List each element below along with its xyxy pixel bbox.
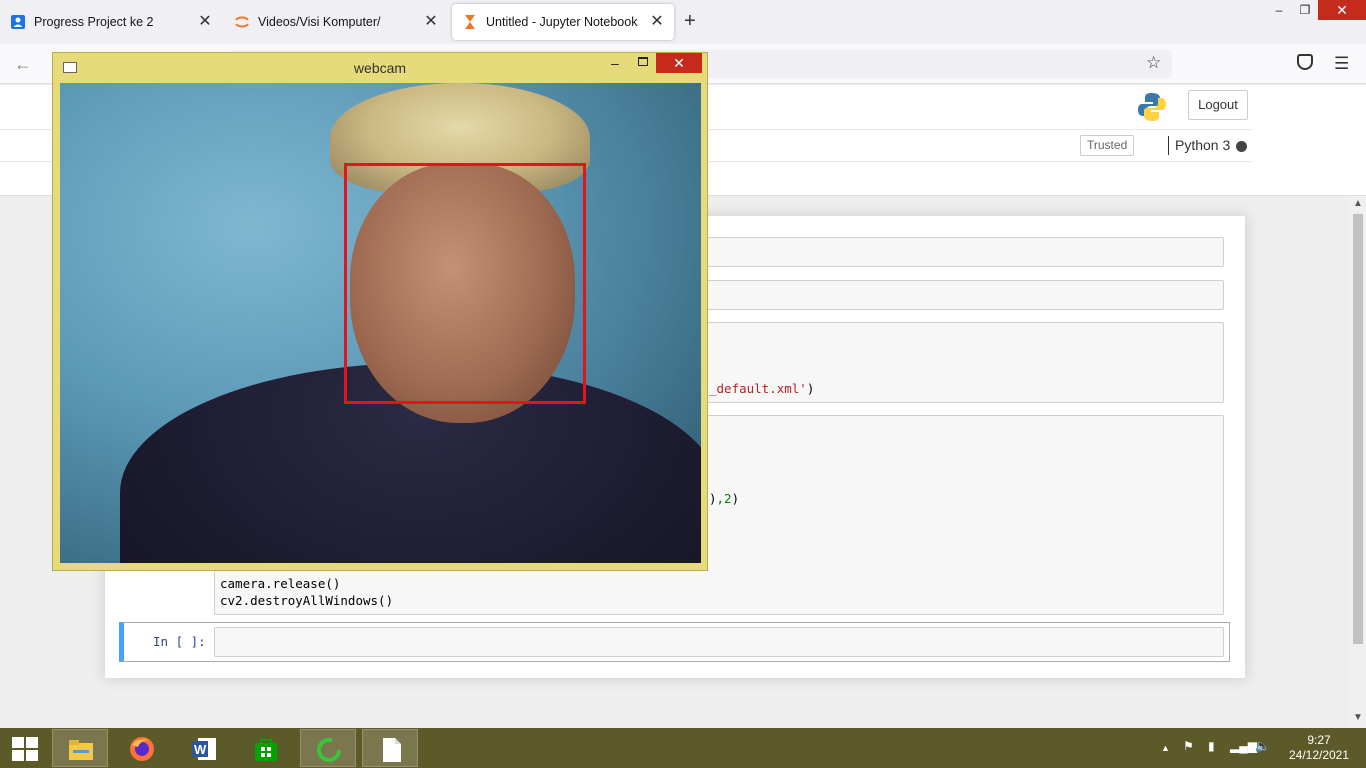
windows-start-icon[interactable] xyxy=(12,737,38,761)
volume-icon[interactable]: 🔈 xyxy=(1255,739,1270,753)
taskbar-clock[interactable]: 9:27 24/12/2021 xyxy=(1285,733,1353,763)
tab-close-icon[interactable]: ✕ xyxy=(196,13,214,31)
webcam-window[interactable]: webcam – ✕ xyxy=(52,52,708,571)
empty-code-input[interactable] xyxy=(214,627,1224,657)
webcam-window-title: webcam xyxy=(353,60,407,76)
word-icon[interactable]: W xyxy=(176,729,232,767)
code-line: ),2) xyxy=(709,491,740,506)
action-center-flag-icon[interactable]: ⚑ xyxy=(1183,739,1194,753)
clock-time: 9:27 xyxy=(1307,733,1331,747)
scroll-up-icon[interactable]: ▲ xyxy=(1353,198,1363,209)
svg-text:W: W xyxy=(194,742,207,757)
face-detection-box xyxy=(344,163,586,404)
tab-title: Videos/Visi Komputer/ xyxy=(258,15,381,29)
network-signal-icon[interactable]: ▂▄▆ xyxy=(1230,739,1257,753)
tray-overflow-icon[interactable]: ▲ xyxy=(1161,743,1170,753)
tab-title: Progress Project ke 2 xyxy=(34,15,154,29)
window-restore-icon[interactable]: ❐ xyxy=(1290,0,1320,20)
tab-close-icon[interactable]: ✕ xyxy=(422,13,440,31)
scroll-down-icon[interactable]: ▼ xyxy=(1353,712,1363,723)
webcam-close-icon[interactable]: ✕ xyxy=(656,53,702,73)
webcam-minimize-icon[interactable]: – xyxy=(611,55,619,71)
battery-icon[interactable]: ▮ xyxy=(1208,739,1215,753)
hourglass-icon xyxy=(465,15,475,29)
file-explorer-icon[interactable] xyxy=(52,729,108,767)
scroll-thumb[interactable] xyxy=(1353,214,1363,644)
clock-date: 24/12/2021 xyxy=(1288,748,1350,762)
tab-videos-visi-komputer[interactable]: Videos/Visi Komputer/ ✕ xyxy=(224,4,448,40)
store-icon[interactable] xyxy=(238,729,294,767)
tab-untitled-jupyter[interactable]: Untitled - Jupyter Notebook ✕ xyxy=(452,4,674,40)
new-tab-button[interactable]: + xyxy=(684,11,696,31)
windows-taskbar: W ▲ ⚑ ▮ ▂▄▆ 🔈 9:27 24/12/2021 xyxy=(0,728,1366,768)
kernel-separator xyxy=(1168,136,1169,155)
code-line: camera.release() xyxy=(220,576,341,591)
code-line: _default.xml') xyxy=(709,381,815,396)
trusted-badge[interactable]: Trusted xyxy=(1080,135,1135,156)
python-logo-icon xyxy=(1138,93,1166,121)
browser-tab-strip: Progress Project ke 2 ✕ Videos/Visi Komp… xyxy=(0,0,1366,44)
back-arrow-icon[interactable]: ← xyxy=(14,54,32,75)
kernel-status-icon xyxy=(1236,141,1247,152)
window-close-icon[interactable]: ✕ xyxy=(1318,0,1366,20)
logout-button[interactable]: Logout xyxy=(1188,90,1248,120)
jupyter-icon xyxy=(235,16,249,28)
pocket-icon[interactable] xyxy=(1297,54,1313,70)
loading-app-icon[interactable] xyxy=(300,729,356,767)
blank-document-icon[interactable] xyxy=(362,729,418,767)
cell-prompt: In [ ]: xyxy=(153,634,206,649)
code-line: cv2.destroyAllWindows() xyxy=(220,593,394,608)
firefox-icon[interactable] xyxy=(114,729,170,767)
kernel-name[interactable]: Python 3 xyxy=(1175,137,1230,153)
tab-title: Untitled - Jupyter Notebook xyxy=(486,15,638,29)
webcam-maximize-icon[interactable] xyxy=(638,57,648,66)
hamburger-menu-icon[interactable]: ☰ xyxy=(1334,54,1349,74)
bookmark-star-icon[interactable]: ☆ xyxy=(1146,53,1161,73)
tab-progress-project[interactable]: Progress Project ke 2 ✕ xyxy=(0,4,222,40)
tab-close-icon[interactable]: ✕ xyxy=(648,13,666,31)
webcam-video-frame xyxy=(60,83,701,563)
page-scrollbar[interactable]: ▲ ▼ xyxy=(1350,196,1366,728)
account-icon xyxy=(11,15,25,29)
